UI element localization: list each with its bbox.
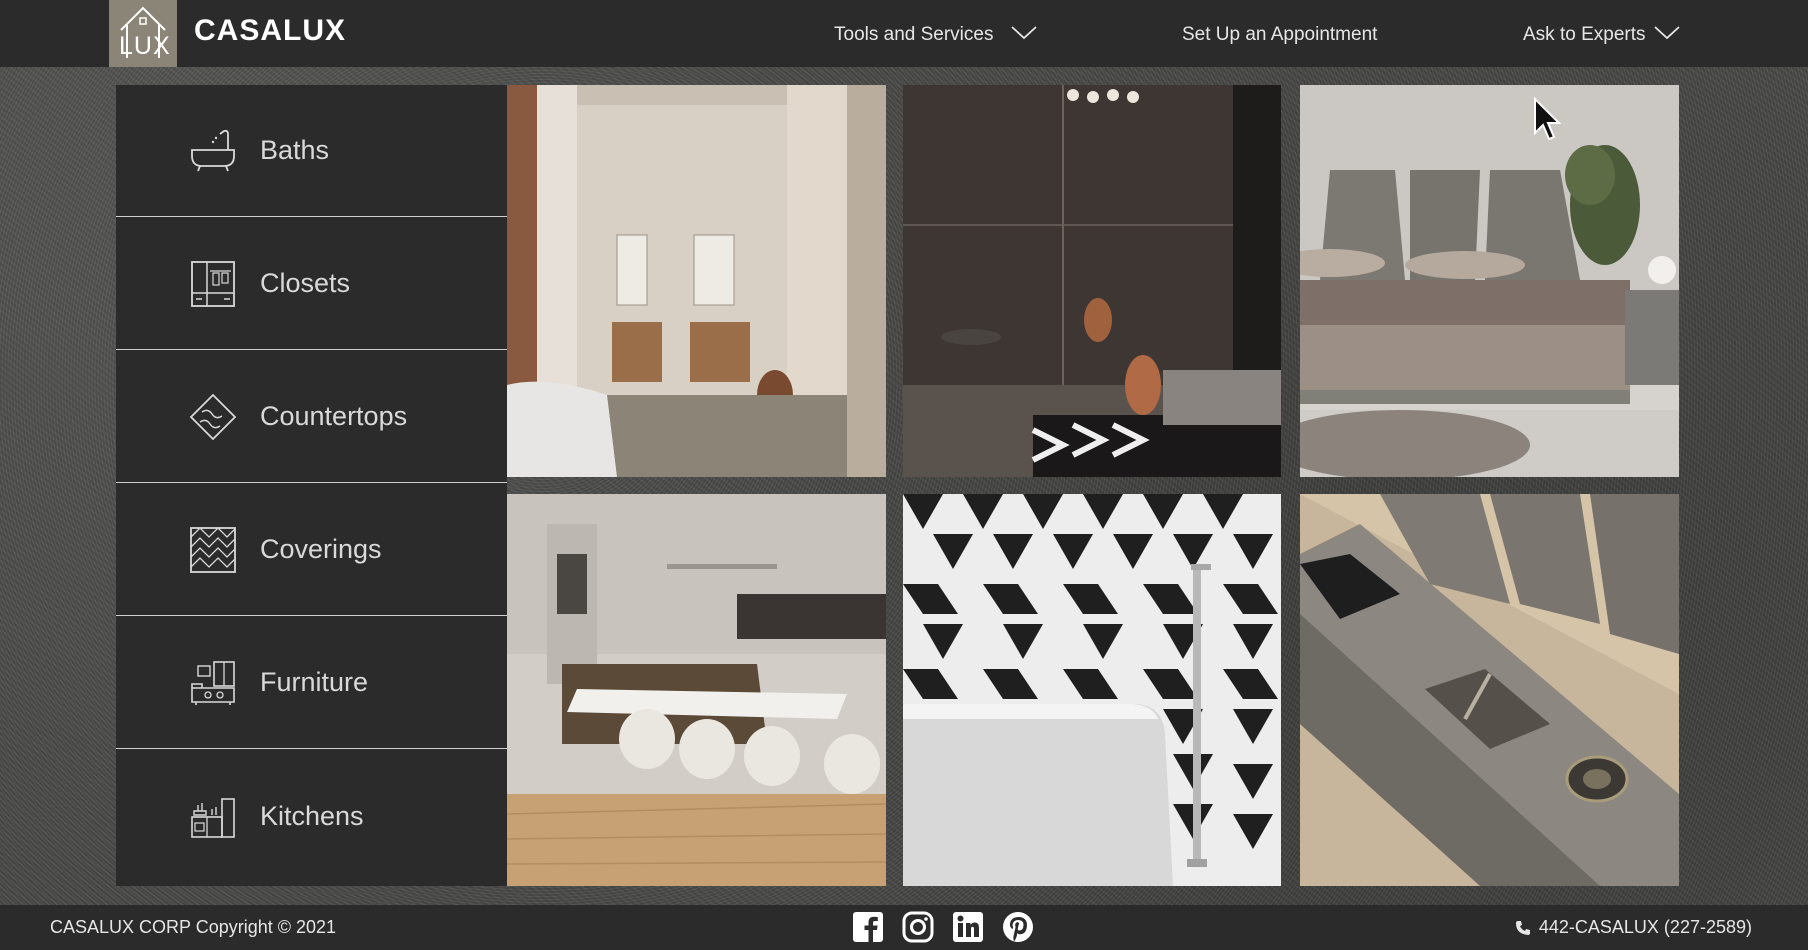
- logo-text: LUX: [119, 32, 171, 60]
- bathtub-icon: [191, 129, 235, 171]
- site-header: LUX CASALUX Tools and Services Set Up an…: [0, 0, 1808, 67]
- gallery-tile-bedroom-bathroom[interactable]: [507, 85, 886, 477]
- coverings-icon: [190, 526, 236, 573]
- sidebar-item-furniture[interactable]: Furniture: [116, 617, 507, 749]
- sidebar-item-kitchens[interactable]: Kitchens: [116, 750, 507, 882]
- linkedin-icon[interactable]: [952, 911, 984, 943]
- sidebar-item-label: Kitchens: [260, 800, 364, 831]
- phone-icon: [1515, 920, 1530, 935]
- sidebar-item-label: Furniture: [260, 667, 369, 697]
- copyright-text: CASALUX CORP Copyright © 2021: [50, 917, 337, 937]
- sidebar-item-countertops[interactable]: Countertops: [116, 351, 507, 483]
- nav-label: Ask to Experts: [1523, 24, 1646, 45]
- phone-number: 442-CASALUX (227-2589): [1538, 917, 1752, 937]
- gallery-tile-glass-closet[interactable]: [903, 85, 1281, 477]
- bathtub-tile-image: [903, 494, 1281, 886]
- sidebar-item-label: Coverings: [260, 534, 382, 564]
- furniture-icon: [191, 660, 235, 705]
- chevron-down-icon: [1653, 24, 1680, 46]
- logo[interactable]: LUX: [109, 0, 177, 67]
- sidebar-item-closets[interactable]: Closets: [116, 218, 507, 350]
- chevron-down-icon: [1011, 24, 1038, 46]
- sidebar-item-label: Closets: [260, 268, 351, 298]
- glass-closet-image: [903, 85, 1281, 477]
- category-sidebar: Baths Closets Countertops Coverings Furn…: [116, 85, 507, 886]
- brand-name[interactable]: CASALUX: [194, 14, 346, 48]
- facebook-icon[interactable]: [852, 911, 884, 943]
- closet-icon: [191, 260, 235, 307]
- mouse-cursor-icon: [1534, 97, 1562, 141]
- sidebar-item-label: Baths: [260, 135, 330, 165]
- sidebar-item-baths[interactable]: Baths: [116, 85, 507, 217]
- nav-set-up-appointment[interactable]: Set Up an Appointment: [1182, 24, 1377, 46]
- gallery-tile-kitchen-island[interactable]: [507, 494, 886, 886]
- bedroom-bathroom-image: [507, 85, 886, 477]
- gallery-tile-bed[interactable]: [1300, 85, 1679, 477]
- nav-label: Set Up an Appointment: [1182, 24, 1378, 45]
- nav-ask-to-experts[interactable]: Ask to Experts: [1523, 24, 1680, 46]
- countertop-sink-image: [1300, 494, 1679, 886]
- sidebar-item-coverings[interactable]: Coverings: [116, 484, 507, 616]
- phone-contact[interactable]: 442-CASALUX (227-2589): [1515, 917, 1752, 938]
- kitchen-island-image: [507, 494, 886, 886]
- nav-label: Tools and Services: [834, 24, 994, 45]
- kitchen-icon: [191, 798, 235, 838]
- countertop-icon: [189, 393, 237, 440]
- gallery-tile-bathtub[interactable]: [903, 494, 1281, 886]
- gallery-tile-countertop-sink[interactable]: [1300, 494, 1679, 886]
- sidebar-item-label: Countertops: [260, 401, 408, 431]
- pinterest-icon[interactable]: [1002, 911, 1034, 943]
- instagram-icon[interactable]: [902, 911, 934, 943]
- nav-tools-and-services[interactable]: Tools and Services: [834, 24, 1038, 46]
- bed-image: [1300, 85, 1679, 477]
